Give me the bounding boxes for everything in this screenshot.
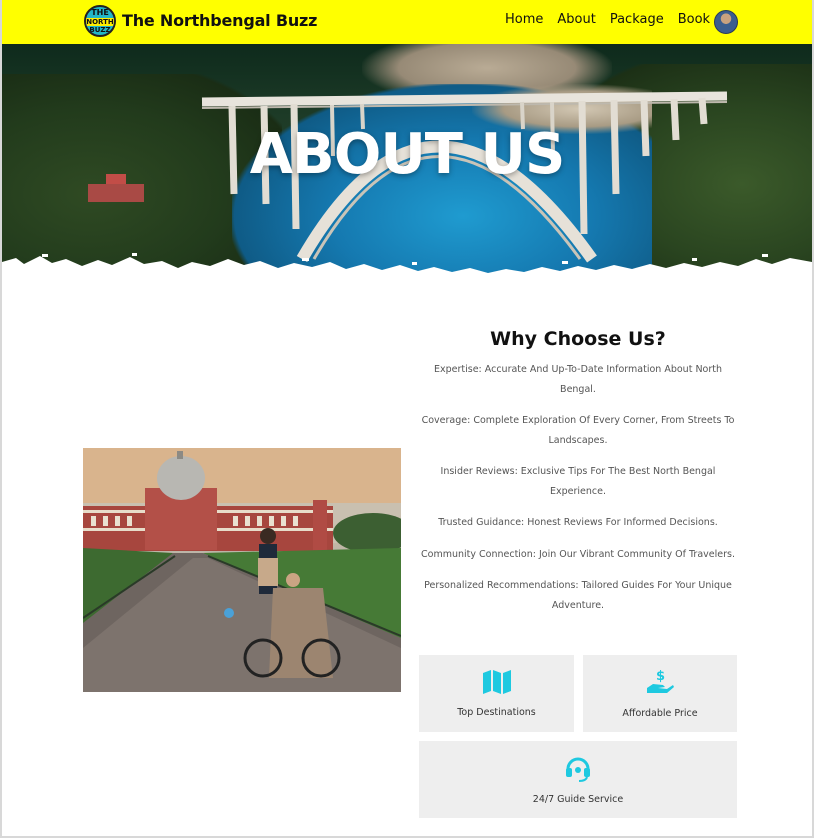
hero-title: ABOUT US — [249, 122, 566, 187]
feature-card-guide-service[interactable]: 24/7 Guide Service — [419, 741, 737, 818]
nav-book[interactable]: Book — [678, 12, 710, 27]
site-logo[interactable]: THE NORTH BUZZ — [84, 5, 116, 37]
why-point: Coverage: Complete Exploration Of Every … — [421, 415, 735, 446]
why-point: Personalized Recommendations: Tailored G… — [424, 580, 732, 611]
nav-home[interactable]: Home — [505, 12, 543, 27]
feature-card-affordable-price[interactable]: $ Affordable Price — [583, 655, 737, 732]
logo-text-line3: BUZZ — [89, 26, 111, 34]
feature-card-top-destinations[interactable]: Top Destinations — [419, 655, 574, 732]
why-choose-us-heading: Why Choose Us? — [490, 328, 666, 350]
hand-dollar-icon: $ — [645, 668, 675, 700]
why-point: Community Connection: Join Our Vibrant C… — [421, 548, 735, 560]
nav-about[interactable]: About — [557, 12, 595, 27]
logo-text-line2: NORTH — [86, 18, 114, 26]
headset-icon — [564, 754, 592, 786]
logo-text-line1: THE — [91, 8, 109, 17]
hero-banner: ABOUT US — [2, 44, 812, 284]
why-point: Insider Reviews: Exclusive Tips For The … — [440, 466, 716, 497]
why-points-list: Expertise: Accurate And Up-To-Date Infor… — [419, 360, 737, 627]
svg-text:$: $ — [656, 669, 665, 684]
main-nav: Home About Package Book — [505, 12, 710, 27]
brand-name[interactable]: The Northbengal Buzz — [122, 11, 317, 30]
feature-label: Affordable Price — [622, 708, 698, 719]
why-point: Expertise: Accurate And Up-To-Date Infor… — [433, 364, 723, 395]
nav-package[interactable]: Package — [610, 12, 664, 27]
palace-photo — [83, 448, 401, 692]
feature-label: Top Destinations — [457, 707, 536, 718]
feature-label: 24/7 Guide Service — [532, 794, 624, 805]
site-header: THE NORTH BUZZ The Northbengal Buzz Home… — [2, 0, 812, 44]
map-icon — [482, 669, 512, 699]
why-point: Trusted Guidance: Honest Reviews For Inf… — [438, 517, 718, 528]
torn-paper-edge — [2, 253, 812, 284]
user-avatar[interactable] — [714, 10, 738, 34]
